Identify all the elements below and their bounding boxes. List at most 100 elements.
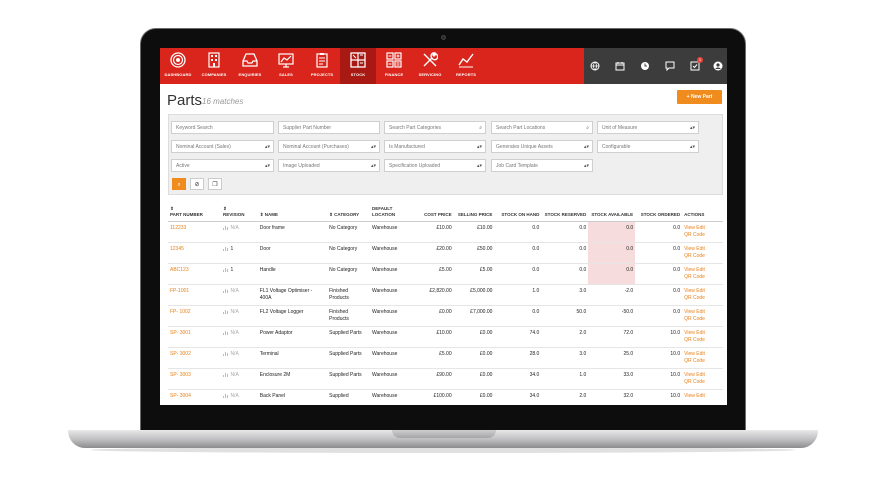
stock-history-icon[interactable]: [223, 330, 229, 336]
nav-stock[interactable]: STOCK: [340, 48, 376, 84]
col-cost-price[interactable]: COST PRICE: [412, 205, 454, 222]
edit-link[interactable]: Edit: [696, 246, 705, 252]
nominal-sales-select[interactable]: Nominal Account (Sales) ▴▾: [171, 140, 274, 153]
edit-link[interactable]: Edit: [696, 372, 705, 378]
globe-button[interactable]: [590, 61, 600, 71]
part-category: Supplied Parts: [327, 326, 370, 348]
clear-filters-button[interactable]: ⊘: [190, 178, 204, 190]
unique-assets-select[interactable]: Generates Unique Assets ▴▾: [491, 140, 593, 153]
qr-code-link[interactable]: QR Code: [684, 316, 705, 322]
stock-history-icon[interactable]: [223, 372, 229, 378]
col-default-location[interactable]: DEFAULT LOCATION: [369, 205, 413, 222]
edit-link[interactable]: Edit: [696, 225, 705, 231]
selling-price: £5,000.00: [453, 284, 495, 306]
job-card-template-select[interactable]: Job Card Template ▴▾: [491, 159, 593, 172]
part-number-link[interactable]: SP- 3004: [170, 393, 191, 399]
edit-link[interactable]: Edit: [696, 351, 705, 357]
match-count: 16 matches: [202, 97, 244, 106]
part-number-link[interactable]: 12345: [170, 246, 184, 252]
nav-dashboard[interactable]: DASHBOARD: [160, 52, 196, 82]
nav-finance[interactable]: FINANCE: [376, 52, 412, 82]
qr-code-link[interactable]: QR Code: [684, 379, 705, 385]
stock-history-icon[interactable]: [223, 309, 229, 315]
stock-history-icon[interactable]: [223, 246, 229, 252]
user-button[interactable]: [713, 61, 723, 71]
qr-code-link[interactable]: QR Code: [684, 232, 705, 238]
table-row: 12345 1 Door No Category Warehouse £20.00 £50…: [168, 242, 723, 264]
part-number-link[interactable]: SP- 3001: [170, 330, 191, 336]
part-number-link[interactable]: 112233: [170, 225, 186, 231]
revision-value: 1: [230, 267, 234, 273]
col-category[interactable]: ⇕ CATEGORY: [327, 205, 370, 222]
stock-history-icon[interactable]: [223, 351, 229, 357]
view-link[interactable]: View: [684, 225, 695, 231]
calendar-button[interactable]: [615, 61, 625, 71]
spec-uploaded-select[interactable]: Specification Uploaded ▴▾: [384, 159, 486, 172]
part-number-link[interactable]: FP-1001: [170, 288, 189, 294]
col-stock-reserved[interactable]: STOCK RESERVED: [541, 205, 589, 222]
view-link[interactable]: View: [684, 372, 695, 378]
nav-sales[interactable]: SALES: [268, 52, 304, 82]
clock-button[interactable]: [640, 61, 650, 71]
supplier-part-number-input[interactable]: Supplier Part Number: [278, 121, 380, 134]
qr-code-link[interactable]: QR Code: [684, 295, 705, 301]
part-locations-search[interactable]: Search Part Locations ⌕: [491, 121, 593, 134]
edit-link[interactable]: Edit: [696, 288, 705, 294]
view-link[interactable]: View: [684, 393, 695, 399]
view-link[interactable]: View: [684, 351, 695, 357]
edit-link[interactable]: Edit: [696, 393, 705, 399]
nav-companies[interactable]: COMPANIES: [196, 52, 232, 82]
view-link[interactable]: View: [684, 288, 695, 294]
col-stock-on-hand[interactable]: STOCK ON HAND: [494, 205, 542, 222]
stock-history-icon[interactable]: [223, 225, 229, 231]
edit-link[interactable]: Edit: [696, 330, 705, 336]
active-select[interactable]: Active ▴▾: [171, 159, 274, 172]
servicing-icon: [423, 52, 438, 67]
new-part-button[interactable]: + New Part: [677, 90, 722, 104]
stock-history-icon[interactable]: [223, 288, 229, 294]
sales-icon: [278, 53, 294, 68]
nav-reports[interactable]: REPORTS: [448, 52, 484, 82]
nav-projects[interactable]: PROJECTS: [304, 52, 340, 82]
view-link[interactable]: View: [684, 246, 695, 252]
part-number-link[interactable]: SP- 3002: [170, 351, 191, 357]
table-header-row: ⇕ PART NUMBER ⇕ REVISION ⇕ NAME ⇕ CATEGORY…: [168, 205, 723, 222]
part-number-link[interactable]: ABC123: [170, 267, 189, 273]
stock-history-icon[interactable]: [223, 267, 229, 273]
view-link[interactable]: View: [684, 267, 695, 273]
qr-code-link[interactable]: QR Code: [684, 358, 705, 364]
col-stock-ordered[interactable]: STOCK ORDERED: [635, 205, 683, 222]
qr-code-link[interactable]: QR Code: [684, 337, 705, 343]
unit-of-measure-select[interactable]: Unit of Measure ▴▾: [597, 121, 699, 134]
nav-enquiries[interactable]: ENQUIRIES: [232, 52, 268, 82]
part-number-link[interactable]: SP- 3003: [170, 372, 191, 378]
stock-ordered: 10.0: [635, 347, 683, 369]
stock-history-icon[interactable]: [223, 393, 229, 399]
keyword-search-input[interactable]: Keyword Search: [171, 121, 274, 134]
stock-reserved: 1.0: [541, 368, 589, 390]
image-uploaded-select[interactable]: Image Uploaded ▴▾: [278, 159, 380, 172]
col-name[interactable]: ⇕ NAME: [257, 205, 328, 222]
view-link[interactable]: View: [684, 330, 695, 336]
edit-link[interactable]: Edit: [696, 309, 705, 315]
search-button[interactable]: ⌕: [172, 178, 186, 190]
nominal-purchases-select[interactable]: Nominal Account (Purchases) ▴▾: [278, 140, 380, 153]
copy-button[interactable]: ❐: [208, 178, 222, 190]
col-part-number[interactable]: ⇕ PART NUMBER: [168, 205, 222, 222]
is-manufactured-select[interactable]: Is Manufactured ▴▾: [384, 140, 486, 153]
view-link[interactable]: View: [684, 309, 695, 315]
col-revision[interactable]: ⇕ REVISION: [221, 205, 258, 222]
part-category: Finished Products: [327, 284, 370, 306]
nav-servicing[interactable]: SERVICING: [412, 52, 448, 82]
qr-code-link[interactable]: QR Code: [684, 274, 705, 280]
edit-link[interactable]: Edit: [696, 267, 705, 273]
configurable-select[interactable]: Configurable ▴▾: [597, 140, 699, 153]
chevron-down-icon: ▴▾: [583, 163, 589, 169]
part-categories-search[interactable]: Search Part Categories ⌕: [384, 121, 486, 134]
col-stock-available[interactable]: STOCK AVAILABLE: [588, 205, 636, 222]
col-selling-price[interactable]: SELLING PRICE: [453, 205, 495, 222]
part-number-link[interactable]: FP- 1002: [170, 309, 191, 315]
chat-button[interactable]: [665, 61, 675, 71]
stock-ordered: 0.0: [635, 242, 683, 264]
qr-code-link[interactable]: QR Code: [684, 253, 705, 259]
